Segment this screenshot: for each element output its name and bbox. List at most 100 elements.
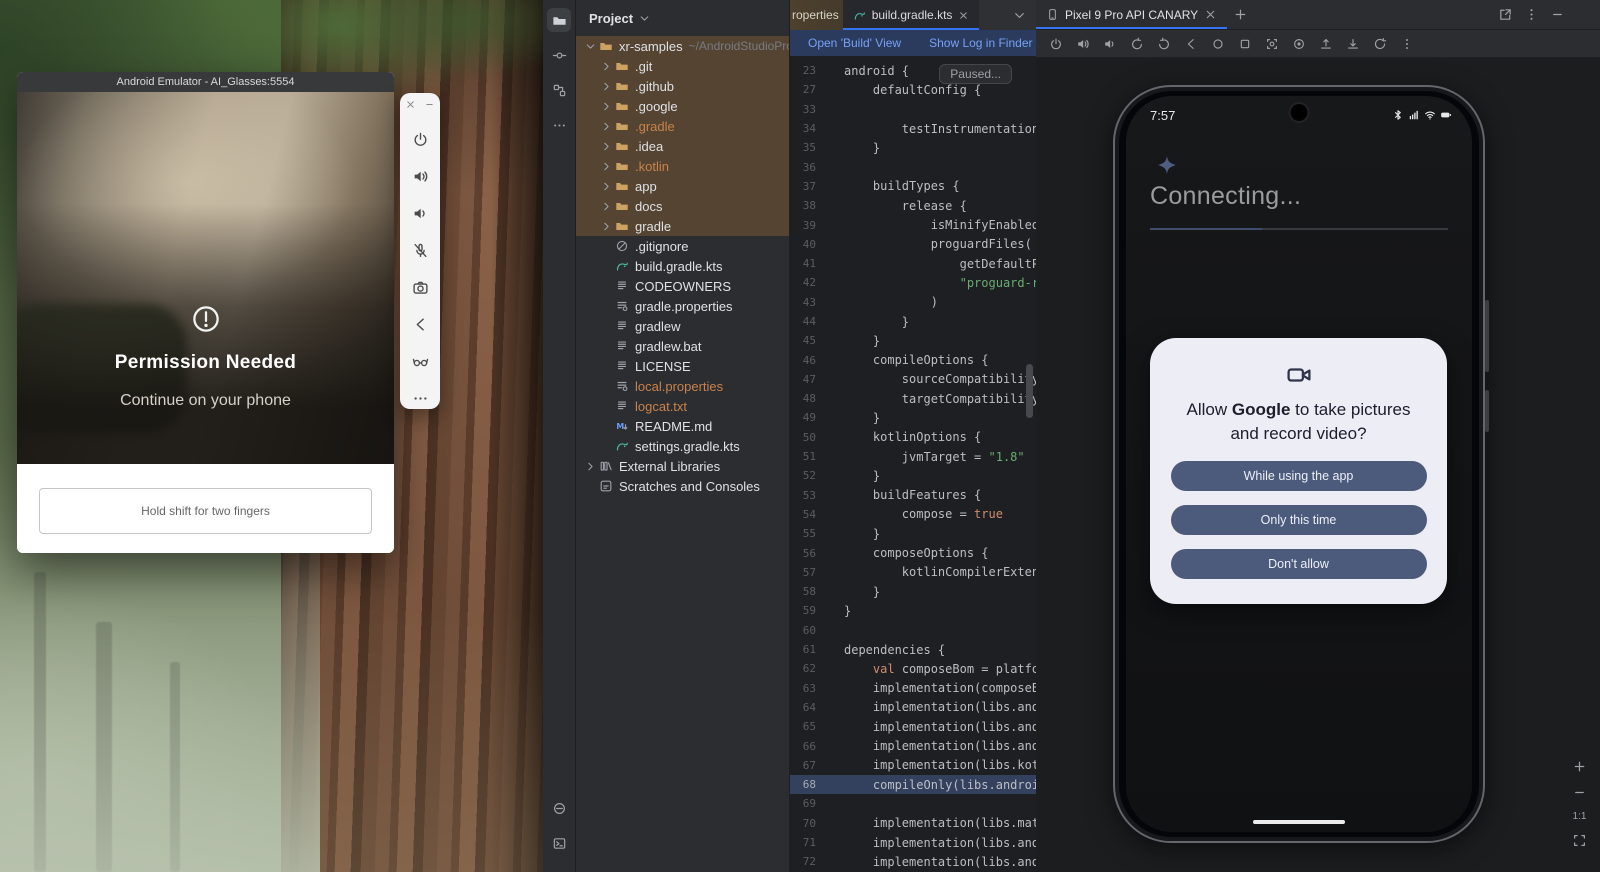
editor-tab-roperties[interactable]: roperties: [790, 0, 843, 30]
code-line-47[interactable]: 47 sourceCompatibility: [790, 370, 1036, 389]
tree-item-license[interactable]: LICENSE: [576, 356, 789, 376]
code-line-44[interactable]: 44 }: [790, 312, 1036, 331]
code-line-62[interactable]: 62 val composeBom = platfor: [790, 659, 1036, 678]
code-line-63[interactable]: 63 implementation(composeBo: [790, 679, 1036, 698]
tree-item-gradle[interactable]: gradle: [576, 216, 789, 236]
emulator-back-button[interactable]: [406, 310, 434, 338]
tree-item-kotlin[interactable]: .kotlin: [576, 156, 789, 176]
more-options-button[interactable]: [1518, 0, 1544, 29]
code-line-43[interactable]: 43 ): [790, 293, 1036, 312]
tree-item-docs[interactable]: docs: [576, 196, 789, 216]
code-line-45[interactable]: 45 }: [790, 331, 1036, 350]
code-line-55[interactable]: 55 }: [790, 524, 1036, 543]
code-line-38[interactable]: 38 release {: [790, 196, 1036, 215]
emulator-camera-button[interactable]: [406, 273, 434, 301]
code-line-59[interactable]: 59}: [790, 601, 1036, 620]
device-screenshot-button[interactable]: [1262, 34, 1282, 54]
zoom-fit-button[interactable]: [1572, 833, 1587, 848]
code-line-37[interactable]: 37 buildTypes {: [790, 177, 1036, 196]
tree-item-gitignore[interactable]: .gitignore: [576, 236, 789, 256]
tree-item-external-libraries[interactable]: External Libraries: [576, 456, 789, 476]
emulator-power-button[interactable]: [406, 125, 434, 153]
code-line-60[interactable]: 60: [790, 621, 1036, 640]
tree-item-codeowners[interactable]: CODEOWNERS: [576, 276, 789, 296]
device-kebab-button[interactable]: [1397, 34, 1417, 54]
tree-item-gradlew-bat[interactable]: gradlew.bat: [576, 336, 789, 356]
tab-list-dropdown[interactable]: [1012, 8, 1036, 23]
code-line-39[interactable]: 39 isMinifyEnabled: [790, 215, 1036, 234]
device-tab-pixel-9-pro[interactable]: Pixel 9 Pro API CANARY: [1036, 0, 1227, 29]
new-device-tab-button[interactable]: [1227, 0, 1253, 29]
emulator-screen[interactable]: Permission Needed Continue on your phone: [17, 92, 394, 464]
tree-item-readme-md[interactable]: MREADME.md: [576, 416, 789, 436]
permission-button-only-this-time[interactable]: Only this time: [1171, 505, 1427, 535]
tree-item-google[interactable]: .google: [576, 96, 789, 116]
code-line-56[interactable]: 56 composeOptions {: [790, 543, 1036, 562]
phone-screen[interactable]: 7:57 Connecting... Allow Google to take …: [1126, 96, 1472, 832]
code-line-40[interactable]: 40 proguardFiles(: [790, 235, 1036, 254]
device-upload-button[interactable]: [1316, 34, 1336, 54]
device-nav-home-button[interactable]: [1208, 34, 1228, 54]
code-line-46[interactable]: 46 compileOptions {: [790, 350, 1036, 369]
project-panel-header[interactable]: Project: [576, 0, 789, 36]
zoom-out-button[interactable]: [1572, 785, 1587, 800]
tool-stripe-structure-button[interactable]: [547, 78, 571, 102]
show-log-in-finder-link[interactable]: Show Log in Finder: [929, 36, 1032, 50]
device-nav-back-button[interactable]: [1181, 34, 1201, 54]
device-rotate-left-button[interactable]: [1127, 34, 1147, 54]
tree-item-xr-samples[interactable]: xr-samples~/AndroidStudioProje: [576, 36, 789, 56]
minimize-button[interactable]: [424, 99, 435, 110]
device-power-button[interactable]: [1046, 34, 1066, 54]
tree-item-gradlew[interactable]: gradlew: [576, 316, 789, 336]
code-line-48[interactable]: 48 targetCompatibility: [790, 389, 1036, 408]
code-line-71[interactable]: 71 implementation(libs.andr: [790, 833, 1036, 852]
code-line-42[interactable]: 42 "proguard-ru: [790, 273, 1036, 292]
tree-item-local-properties[interactable]: local.properties: [576, 376, 789, 396]
code-line-57[interactable]: 57 kotlinCompilerExtens: [790, 563, 1036, 582]
device-volume-down-button[interactable]: [1100, 34, 1120, 54]
tree-item-idea[interactable]: .idea: [576, 136, 789, 156]
tool-stripe-commit-button[interactable]: [547, 43, 571, 67]
tool-stripe-problems-button[interactable]: [547, 796, 571, 820]
code-line-41[interactable]: 41 getDefaultPr: [790, 254, 1036, 273]
open-build-view-link[interactable]: Open 'Build' View: [808, 36, 901, 50]
code-line-52[interactable]: 52 }: [790, 466, 1036, 485]
permission-button-while-using-the-app[interactable]: While using the app: [1171, 461, 1427, 491]
emulator-smart-glasses-button[interactable]: [406, 347, 434, 375]
code-editor[interactable]: 23android {27 defaultConfig {3334 testIn…: [790, 56, 1036, 872]
tree-item-scratches-and-consoles[interactable]: Scratches and Consoles: [576, 476, 789, 496]
tree-item-gradle[interactable]: .gradle: [576, 116, 789, 136]
code-line-67[interactable]: 67 implementation(libs.kotl: [790, 756, 1036, 775]
code-line-34[interactable]: 34 testInstrumentationR: [790, 119, 1036, 138]
zoom-in-button[interactable]: [1572, 759, 1587, 774]
device-download-button[interactable]: [1343, 34, 1363, 54]
emulator-volume-up-button[interactable]: [406, 162, 434, 190]
code-line-61[interactable]: 61dependencies {: [790, 640, 1036, 659]
code-line-53[interactable]: 53 buildFeatures {: [790, 486, 1036, 505]
code-line-70[interactable]: 70 implementation(libs.mate: [790, 814, 1036, 833]
code-line-68[interactable]: 68 compileOnly(libs.android: [790, 775, 1036, 794]
code-line-72[interactable]: 72 implementation(libs.andr: [790, 852, 1036, 871]
emulator-volume-down-button[interactable]: [406, 199, 434, 227]
tool-stripe-more-h-button[interactable]: [547, 113, 571, 137]
permission-button-don-t-allow[interactable]: Don't allow: [1171, 549, 1427, 579]
code-line-54[interactable]: 54 compose = true: [790, 505, 1036, 524]
code-line-51[interactable]: 51 jvmTarget = "1.8": [790, 447, 1036, 466]
code-line-49[interactable]: 49 }: [790, 408, 1036, 427]
tree-item-github[interactable]: .github: [576, 76, 789, 96]
tool-stripe-project-button[interactable]: [547, 8, 571, 32]
code-line-33[interactable]: 33: [790, 100, 1036, 119]
open-in-window-button[interactable]: [1492, 0, 1518, 29]
tree-item-logcat-txt[interactable]: logcat.txt: [576, 396, 789, 416]
device-rotate-right-button[interactable]: [1154, 34, 1174, 54]
tree-item-app[interactable]: app: [576, 176, 789, 196]
close-icon[interactable]: [1204, 8, 1217, 21]
device-reset-button[interactable]: [1370, 34, 1390, 54]
code-line-50[interactable]: 50 kotlinOptions {: [790, 428, 1036, 447]
code-line-66[interactable]: 66 implementation(libs.andr: [790, 736, 1036, 755]
code-line-58[interactable]: 58 }: [790, 582, 1036, 601]
tool-stripe-terminal-button[interactable]: [547, 831, 571, 855]
emulator-more-h-button[interactable]: [406, 384, 434, 412]
device-nav-overview-button[interactable]: [1235, 34, 1255, 54]
code-line-36[interactable]: 36: [790, 157, 1036, 176]
